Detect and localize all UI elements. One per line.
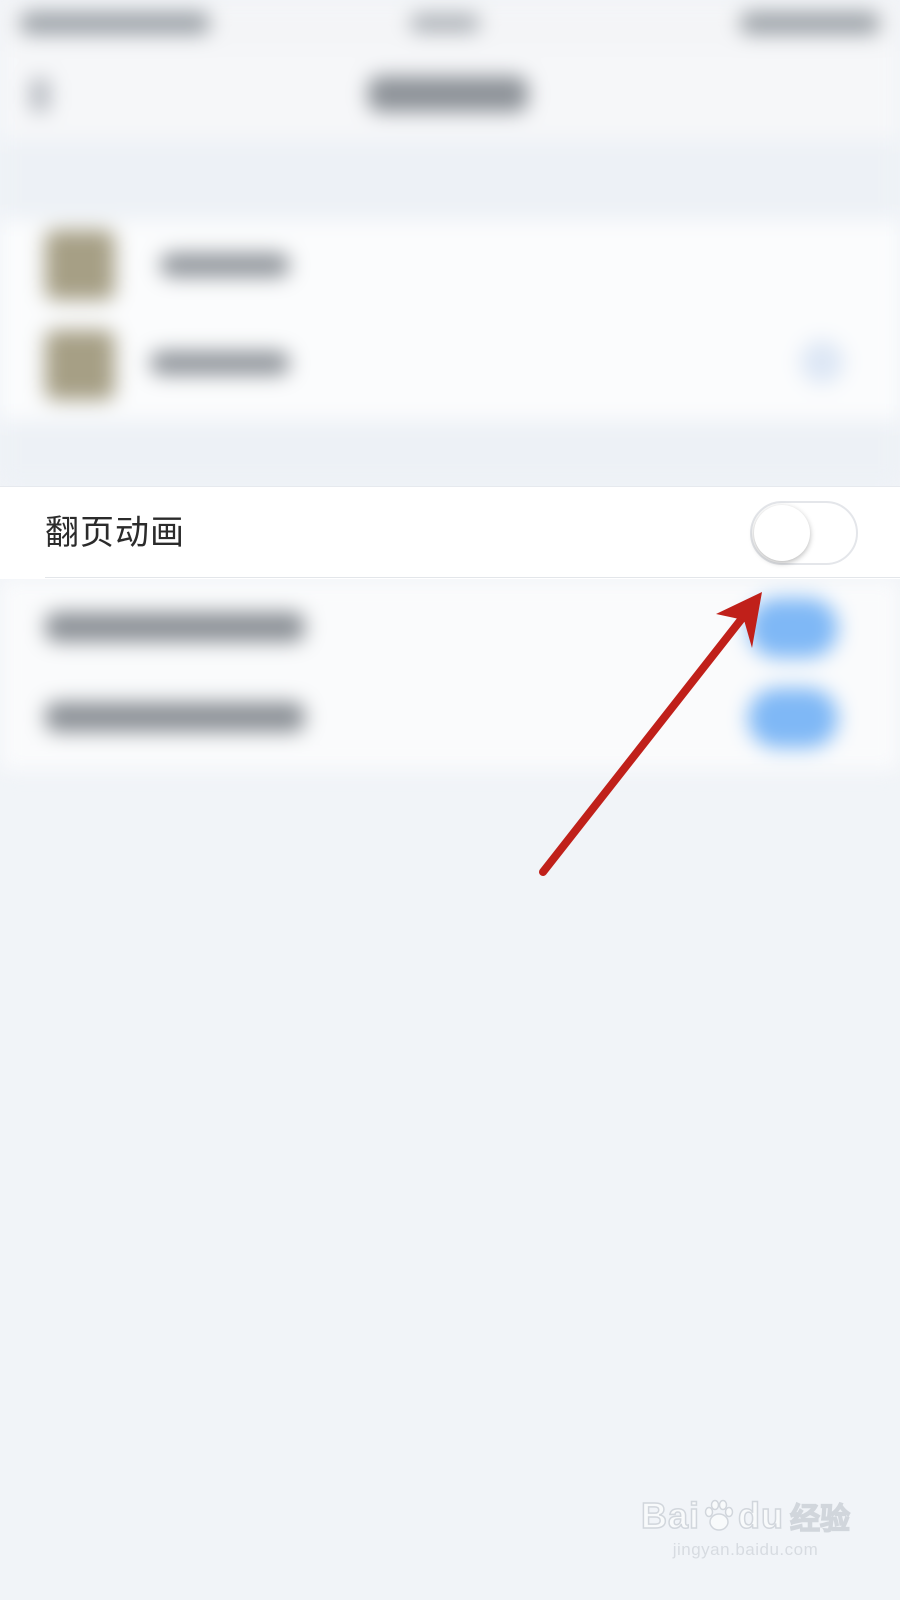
section-gap [0, 420, 900, 486]
option-thumbnail[interactable] [45, 330, 115, 400]
option-label [160, 253, 290, 277]
radio-indicator[interactable] [800, 340, 844, 384]
toggle-knob [754, 505, 810, 561]
blurred-settings-group [0, 580, 900, 770]
nav-bar [0, 50, 900, 140]
page-flip-animation-row[interactable]: 翻页动画 [0, 486, 900, 579]
option-label [150, 351, 290, 375]
toggle-switch[interactable] [748, 688, 838, 748]
setting-label [45, 612, 305, 642]
blurred-settings-group [0, 220, 900, 420]
toggle-switch[interactable] [748, 598, 838, 658]
status-bar-right [740, 12, 880, 34]
page-flip-animation-toggle[interactable] [750, 501, 858, 565]
watermark-url: jingyan.baidu.com [672, 1540, 819, 1559]
watermark-logo: Bai du 经验 [640, 1494, 850, 1538]
setting-label [45, 702, 305, 732]
nav-title [368, 76, 528, 112]
watermark-brand-left: Bai [640, 1494, 701, 1537]
blurred-background [0, 0, 900, 1600]
page-flip-animation-label: 翻页动画 [45, 513, 185, 553]
status-bar-time [410, 14, 480, 32]
section-gap [0, 140, 900, 220]
back-icon[interactable] [30, 78, 50, 112]
status-bar-left [20, 12, 210, 34]
row-divider [45, 577, 900, 578]
baidu-watermark: Bai du 经验 jingyan.baidu.com [640, 1494, 850, 1560]
watermark-brand-right: du [737, 1494, 784, 1537]
status-bar [0, 0, 900, 50]
watermark-brand-cn: 经验 [789, 1501, 850, 1537]
option-thumbnail[interactable] [45, 230, 115, 300]
paw-icon [704, 1499, 734, 1531]
